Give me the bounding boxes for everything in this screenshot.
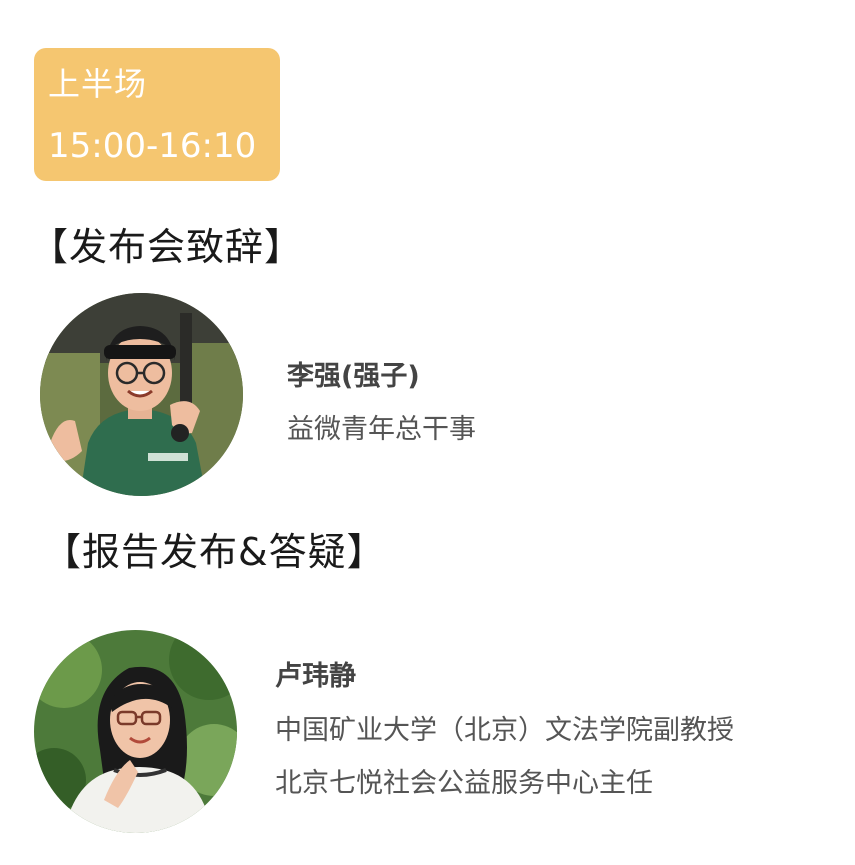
schedule-badge: 上半场 15:00-16:10 [34,48,280,181]
session-time: 15:00-16:10 [48,126,257,166]
speaker-title: 益微青年总干事 [287,414,476,445]
woman-portrait-icon [34,630,237,833]
man-portrait-icon [40,293,243,496]
speaker-title: 北京七悦社会公益服务中心主任 [275,768,653,799]
section-heading-opening-speech: 【发布会致辞】 [30,225,304,269]
avatar-speaker-lu-weijing [34,630,237,833]
session-label: 上半场 [48,65,148,103]
section-heading-report-qa: 【报告发布&答疑】 [43,530,386,574]
speaker-title: 中国矿业大学（北京）文法学院副教授 [275,715,734,746]
avatar-speaker-li-qiang [40,293,243,496]
speaker-name: 卢玮静 [275,661,356,692]
speaker-name: 李强(强子) [287,361,420,392]
